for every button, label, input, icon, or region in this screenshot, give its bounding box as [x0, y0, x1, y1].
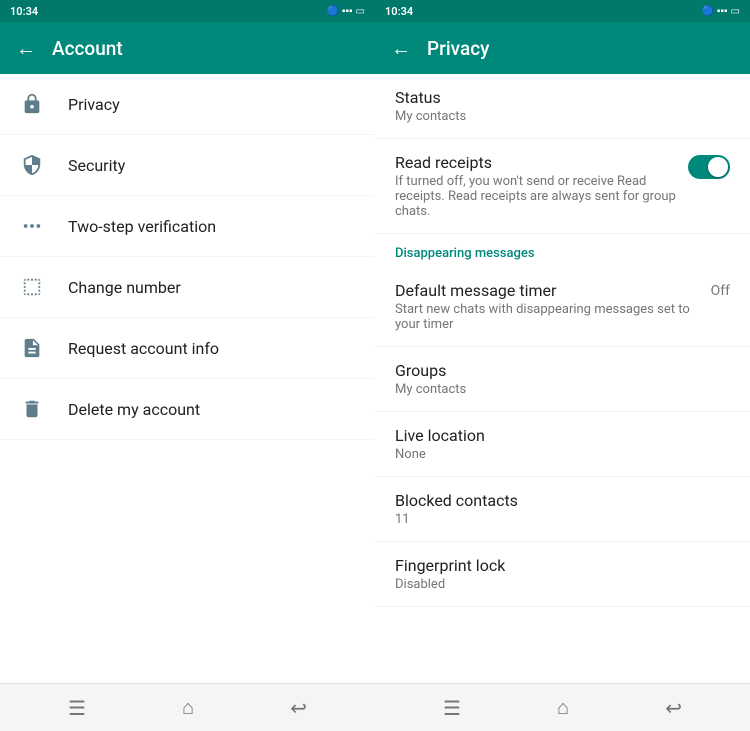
privacy-status-bar: 10:34 🔵 ▪▪▪ ▭: [375, 0, 750, 22]
privacy-nav-menu-icon[interactable]: ☰: [443, 696, 461, 720]
menu-item-privacy[interactable]: Privacy: [0, 74, 375, 135]
delete-account-label: Delete my account: [68, 400, 200, 419]
privacy-wifi-icon: 🔵: [701, 6, 713, 17]
menu-item-change-number[interactable]: Change number: [0, 257, 375, 318]
request-info-icon: [16, 332, 48, 364]
privacy-signal: ▪▪▪: [717, 6, 728, 17]
two-step-label: Two-step verification: [68, 217, 216, 236]
fingerprint-lock-label: Fingerprint lock: [395, 556, 730, 575]
blocked-contacts-label: Blocked contacts: [395, 491, 730, 510]
privacy-nav-home-icon[interactable]: ⌂: [557, 695, 569, 720]
wifi-icon: 🔵: [326, 6, 338, 17]
account-status-bar: 10:34 🔵 ▪▪▪ ▭: [0, 0, 375, 22]
account-app-bar: ← Account: [0, 22, 375, 74]
privacy-nav-back-icon[interactable]: ↩: [665, 696, 682, 720]
privacy-back-button[interactable]: ←: [391, 36, 411, 61]
privacy-item-blocked-contacts[interactable]: Blocked contacts 11: [375, 477, 750, 542]
privacy-screen: 10:34 🔵 ▪▪▪ ▭ ← Privacy Status My contac…: [375, 0, 750, 731]
account-time: 10:34: [10, 5, 38, 18]
menu-item-security[interactable]: Security: [0, 135, 375, 196]
request-info-label: Request account info: [68, 339, 219, 358]
privacy-item-groups[interactable]: Groups My contacts: [375, 347, 750, 412]
privacy-item-live-location[interactable]: Live location None: [375, 412, 750, 477]
blocked-contacts-count: 11: [395, 512, 730, 527]
groups-value: My contacts: [395, 382, 730, 397]
account-back-button[interactable]: ←: [16, 36, 36, 61]
nav-home-icon[interactable]: ⌂: [182, 695, 194, 720]
live-location-label: Live location: [395, 426, 730, 445]
live-location-value: None: [395, 447, 730, 462]
account-menu-list: Privacy Security Two-step verification: [0, 74, 375, 683]
privacy-app-bar: ← Privacy: [375, 22, 750, 74]
nav-back-icon[interactable]: ↩: [290, 696, 307, 720]
privacy-time: 10:34: [385, 5, 413, 18]
privacy-item-fingerprint-lock[interactable]: Fingerprint lock Disabled: [375, 542, 750, 607]
fingerprint-lock-status: Disabled: [395, 577, 730, 592]
privacy-item-read-receipts[interactable]: Read receipts If turned off, you won't s…: [375, 139, 750, 234]
account-title: Account: [52, 37, 123, 60]
default-timer-value: Off: [711, 283, 730, 299]
security-icon: [16, 149, 48, 181]
status-label: Status: [395, 88, 730, 107]
toggle-knob: [708, 157, 728, 177]
default-timer-label: Default message timer: [395, 281, 711, 300]
privacy-item-status[interactable]: Status My contacts: [375, 74, 750, 139]
menu-item-delete-account[interactable]: Delete my account: [0, 379, 375, 440]
default-timer-content: Default message timer Start new chats wi…: [395, 281, 711, 332]
account-bottom-nav: ☰ ⌂ ↩: [0, 683, 375, 731]
two-step-icon: [16, 210, 48, 242]
security-label: Security: [68, 156, 125, 175]
default-timer-description: Start new chats with disappearing messag…: [395, 302, 711, 332]
read-receipts-description: If turned off, you won't send or receive…: [395, 174, 676, 219]
account-screen: 10:34 🔵 ▪▪▪ ▭ ← Account Privacy: [0, 0, 375, 731]
privacy-list: Status My contacts Read receipts If turn…: [375, 74, 750, 683]
privacy-bottom-nav: ☰ ⌂ ↩: [375, 683, 750, 731]
privacy-title: Privacy: [427, 37, 489, 60]
menu-item-request-info[interactable]: Request account info: [0, 318, 375, 379]
change-number-icon: [16, 271, 48, 303]
signal-bars: ▪▪▪: [342, 6, 353, 17]
privacy-label: Privacy: [68, 95, 120, 114]
groups-label: Groups: [395, 361, 730, 380]
privacy-item-default-timer[interactable]: Default message timer Start new chats wi…: [375, 267, 750, 347]
change-number-label: Change number: [68, 278, 181, 297]
read-receipts-toggle[interactable]: [688, 155, 730, 179]
battery-icon: ▭: [356, 6, 365, 17]
nav-menu-icon[interactable]: ☰: [68, 696, 86, 720]
privacy-icon: [16, 88, 48, 120]
menu-item-two-step[interactable]: Two-step verification: [0, 196, 375, 257]
disappearing-messages-section-label: Disappearing messages: [375, 234, 750, 267]
account-status-icons: 🔵 ▪▪▪ ▭: [326, 6, 365, 17]
privacy-battery-icon: ▭: [731, 6, 740, 17]
read-receipts-content: Read receipts If turned off, you won't s…: [395, 153, 676, 219]
read-receipts-label: Read receipts: [395, 153, 676, 172]
privacy-status-icons: 🔵 ▪▪▪ ▭: [701, 6, 740, 17]
status-value: My contacts: [395, 109, 730, 124]
delete-account-icon: [16, 393, 48, 425]
